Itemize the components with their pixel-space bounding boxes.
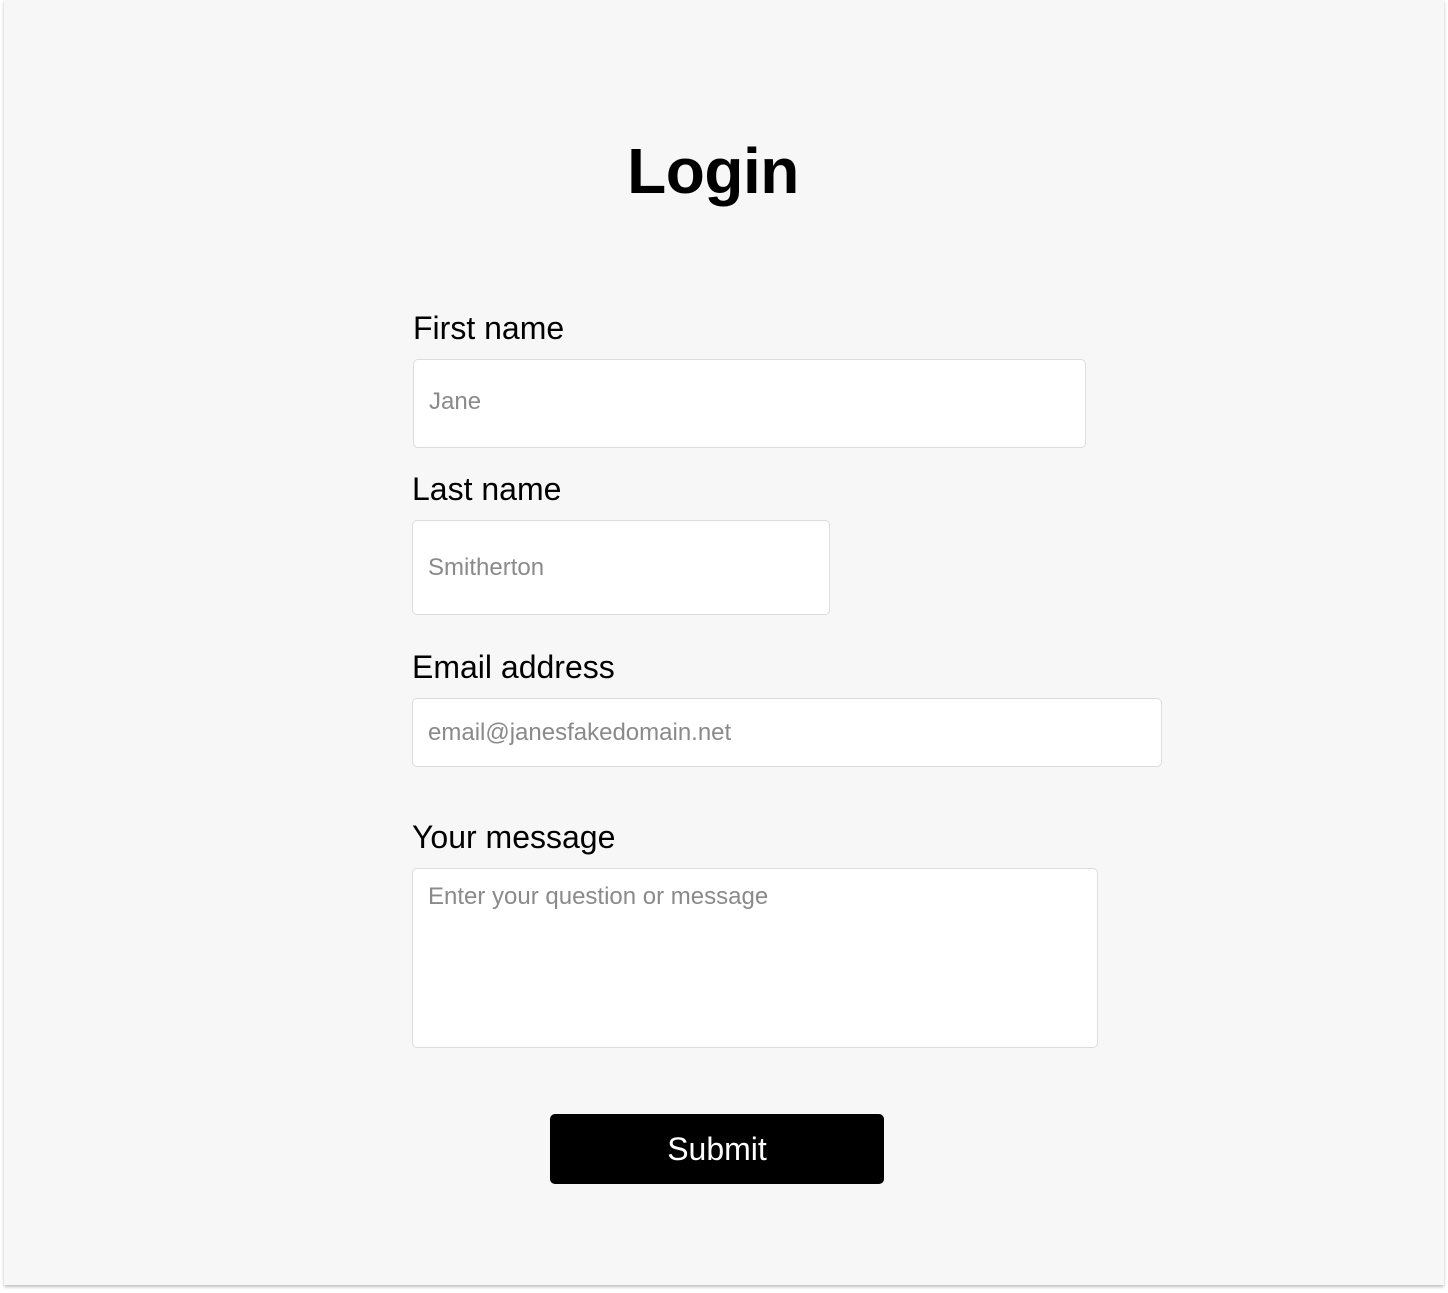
email-input[interactable] xyxy=(412,698,1162,767)
last-name-label: Last name xyxy=(412,471,562,507)
page-title: Login xyxy=(627,135,799,207)
page-frame: Login First name Last name Email address… xyxy=(4,0,1444,1285)
first-name-label: First name xyxy=(413,310,565,346)
first-name-input[interactable] xyxy=(413,359,1086,448)
message-textarea[interactable] xyxy=(412,868,1098,1048)
last-name-input[interactable] xyxy=(412,520,830,615)
email-label: Email address xyxy=(412,649,615,685)
submit-button[interactable]: Submit xyxy=(550,1114,884,1184)
message-label: Your message xyxy=(412,819,616,855)
